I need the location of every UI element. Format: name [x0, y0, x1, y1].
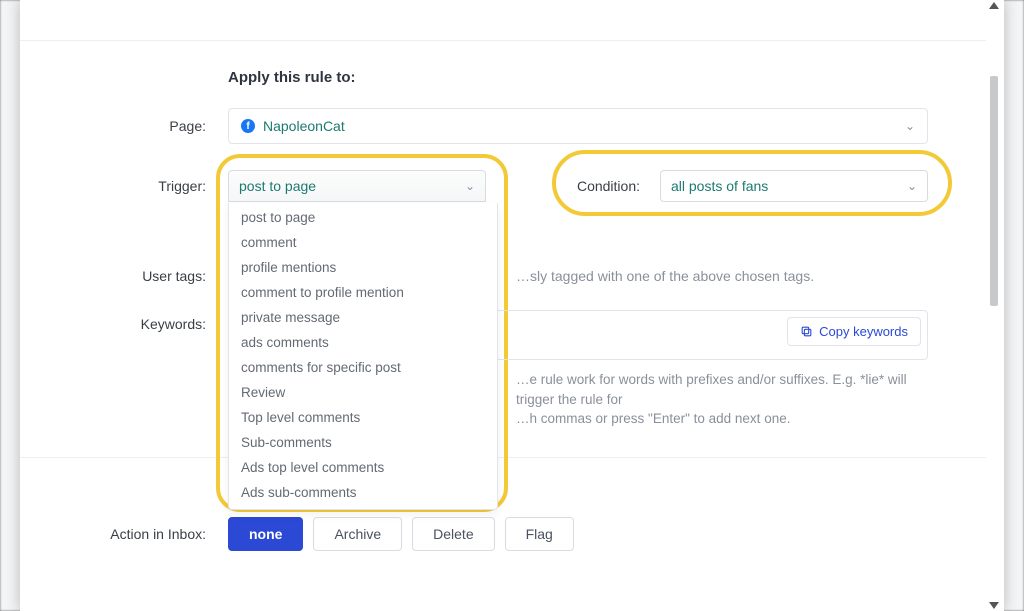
chevron-down-icon: ⌄: [907, 179, 917, 193]
trigger-select[interactable]: post to page ⌄: [228, 170, 486, 202]
action-archive-button[interactable]: Archive: [313, 517, 402, 551]
action-flag-button[interactable]: Flag: [505, 517, 574, 551]
trigger-option[interactable]: Top level comments: [229, 405, 497, 430]
scrollbar[interactable]: [988, 2, 1000, 609]
label-condition: Condition:: [577, 178, 640, 194]
facebook-icon: f: [241, 119, 255, 133]
label-trigger: Trigger:: [78, 178, 228, 194]
rule-modal: Apply this rule to: Page: f NapoleonCat …: [20, 0, 1004, 611]
label-user-tags: User tags:: [78, 268, 228, 284]
section-apply-title: Apply this rule to:: [228, 69, 928, 86]
condition-select-value: all posts of fans: [671, 178, 768, 194]
trigger-option[interactable]: ads comments: [229, 330, 497, 355]
action-none-button[interactable]: none: [228, 517, 303, 551]
page-select[interactable]: f NapoleonCat ⌄: [228, 108, 928, 144]
trigger-option[interactable]: comment to profile mention: [229, 280, 497, 305]
trigger-option[interactable]: Sub-comments: [229, 430, 497, 455]
chevron-down-icon: ⌄: [905, 119, 915, 133]
trigger-option[interactable]: comments for specific post: [229, 355, 497, 380]
copy-icon: [800, 325, 813, 338]
keywords-help-1: …e rule work for words with prefixes and…: [516, 372, 907, 407]
copy-keywords-label: Copy keywords: [819, 324, 908, 339]
page-select-value: NapoleonCat: [263, 118, 345, 134]
action-delete-button[interactable]: Delete: [412, 517, 494, 551]
label-action: Action in Inbox:: [78, 526, 228, 542]
divider: [20, 457, 986, 458]
trigger-option[interactable]: Ads top level comments: [229, 455, 497, 480]
trigger-option[interactable]: comment: [229, 230, 497, 255]
scrollbar-track[interactable]: [990, 16, 998, 595]
trigger-dropdown: post to page comment profile mentions co…: [228, 203, 498, 510]
keywords-help-2: …h commas or press "Enter" to add next o…: [516, 411, 790, 426]
trigger-option[interactable]: Ads sub-comments: [229, 480, 497, 505]
copy-keywords-button[interactable]: Copy keywords: [787, 317, 921, 346]
trigger-option[interactable]: private message: [229, 305, 497, 330]
label-keywords: Keywords:: [78, 310, 228, 332]
trigger-option[interactable]: profile mentions: [229, 255, 497, 280]
trigger-option[interactable]: Review: [229, 380, 497, 405]
inbox-action-group: none Archive Delete Flag: [228, 517, 928, 551]
trigger-option[interactable]: post to page: [229, 205, 497, 230]
scrollbar-thumb[interactable]: [990, 76, 998, 306]
chevron-down-icon: ⌄: [465, 179, 475, 193]
scroll-up-icon[interactable]: [989, 2, 999, 9]
condition-select[interactable]: all posts of fans ⌄: [660, 170, 928, 202]
modal-content: Apply this rule to: Page: f NapoleonCat …: [20, 0, 986, 611]
label-page: Page:: [78, 118, 228, 134]
trigger-select-value: post to page: [239, 178, 316, 194]
scroll-down-icon[interactable]: [989, 602, 999, 609]
